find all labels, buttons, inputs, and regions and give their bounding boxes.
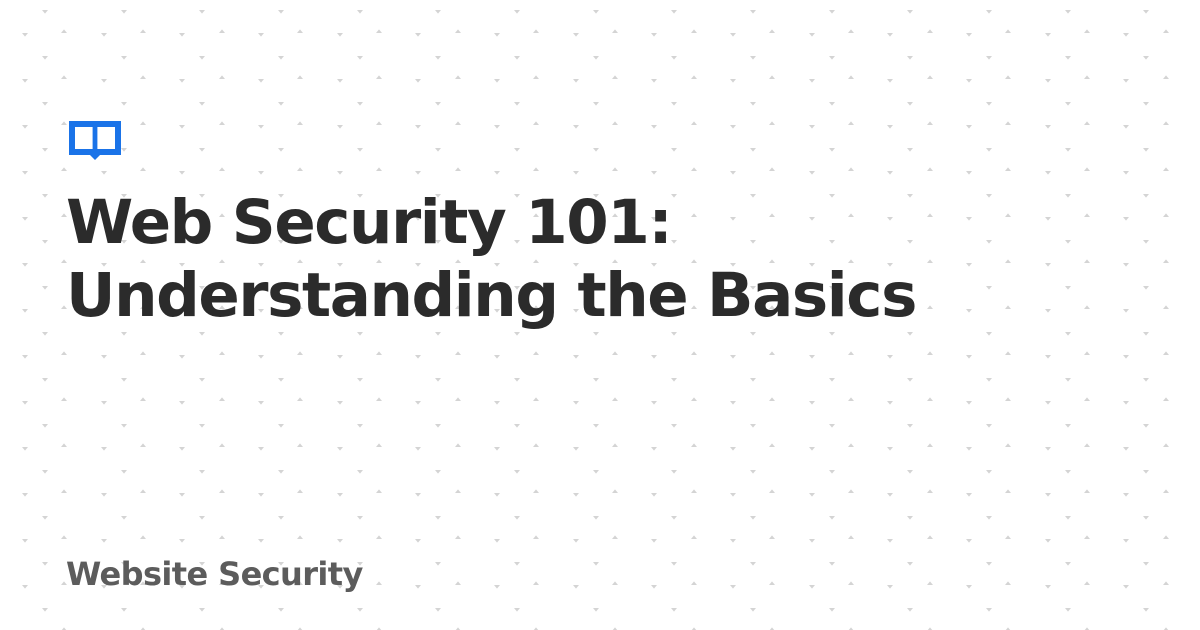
post-category: Website Security	[66, 555, 363, 593]
open-book-icon	[67, 118, 123, 162]
post-title: Web Security 101: Understanding the Basi…	[66, 187, 917, 331]
